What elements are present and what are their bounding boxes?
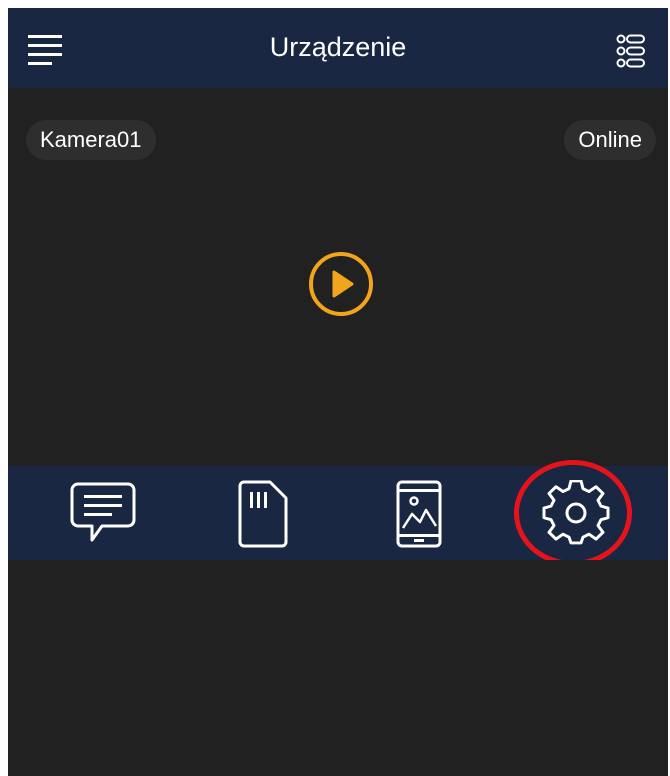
camera-name-label: Kamera01 (26, 120, 156, 160)
messages-button[interactable] (68, 480, 138, 548)
sd-card-button[interactable] (234, 480, 290, 548)
play-button[interactable] (307, 250, 375, 318)
empty-content-area (8, 560, 668, 776)
app-screen: Urządzenie Kamera01 Online (8, 8, 668, 776)
device-list-button[interactable] (616, 34, 646, 68)
page-title: Urządzenie (269, 32, 407, 62)
top-app-bar: Urządzenie (8, 8, 668, 88)
live-view-area[interactable]: Kamera01 Online (8, 88, 668, 466)
sd-card-icon (238, 480, 288, 548)
phone-image-icon (396, 480, 442, 548)
message-icon (70, 482, 136, 542)
phone-gallery-button[interactable] (394, 480, 444, 548)
status-badge: Online (564, 120, 656, 160)
settings-highlight-circle (514, 460, 632, 566)
play-icon (309, 252, 373, 316)
device-list-icon (616, 34, 645, 68)
